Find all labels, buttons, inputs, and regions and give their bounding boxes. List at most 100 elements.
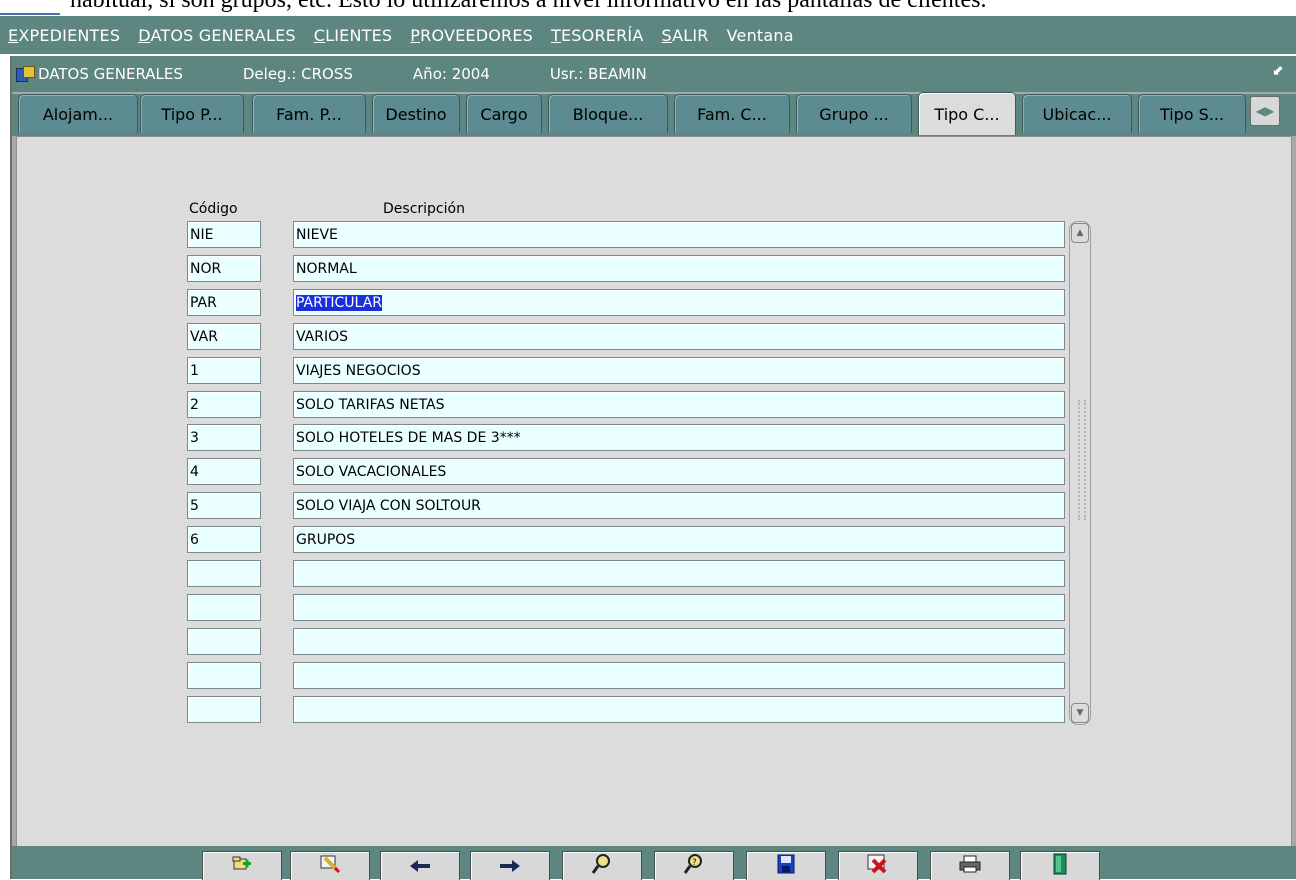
document-link-underline <box>0 13 60 15</box>
menu-item-expedientes[interactable]: EXPEDIENTES <box>0 26 130 45</box>
descripcion-field[interactable] <box>293 560 1065 587</box>
tab-destino[interactable]: Destino <box>372 94 460 133</box>
descripcion-field[interactable]: VIAJES NEGOCIOS <box>293 357 1065 384</box>
codigo-field[interactable]: PAR <box>187 289 261 316</box>
descripcion-field[interactable]: GRUPOS <box>293 526 1065 553</box>
descripcion-field[interactable]: SOLO VACACIONALES <box>293 458 1065 485</box>
codigo-field[interactable]: 2 <box>187 391 261 418</box>
codigo-field[interactable]: 6 <box>187 526 261 553</box>
delete-button[interactable] <box>838 851 918 880</box>
new-record-icon <box>232 855 252 877</box>
descripcion-field[interactable]: SOLO VIAJA CON SOLTOUR <box>293 492 1065 519</box>
scroll-grip[interactable] <box>1078 400 1086 520</box>
menu-item-tesorera[interactable]: TESORERÍA <box>543 26 653 45</box>
scroll-up-icon[interactable]: ▲ <box>1071 223 1089 243</box>
query-button[interactable] <box>562 851 642 880</box>
bottom-toolbar: ? <box>12 846 1296 880</box>
descripcion-column-label: Descripción <box>383 201 465 217</box>
document-text-strip: habitual, si son grupos, etc. Esto lo ut… <box>0 0 1296 16</box>
codigo-field[interactable]: VAR <box>187 323 261 350</box>
print-button[interactable] <box>930 851 1010 880</box>
tab-scroll-arrows-icon[interactable]: ◀▶ <box>1250 96 1280 126</box>
edit-pencil-icon <box>319 854 341 878</box>
descripcion-field[interactable] <box>293 662 1065 689</box>
tab-grupo[interactable]: Grupo ... <box>796 94 912 133</box>
descripcion-text: SOLO VACACIONALES <box>296 464 447 480</box>
codigo-column-label: Código <box>189 201 238 217</box>
save-button[interactable] <box>746 851 826 880</box>
selected-text: PARTICULAR <box>296 295 382 311</box>
descripcion-text: VIAJES NEGOCIOS <box>296 363 421 379</box>
tab-tipoc[interactable]: Tipo C... <box>918 92 1016 135</box>
menu-bar: EXPEDIENTES DATOS GENERALES CLIENTES PROVEE… <box>0 16 1296 54</box>
tab-famp[interactable]: Fam. P... <box>252 94 366 133</box>
codigo-field[interactable] <box>187 594 261 621</box>
window-title: DATOS GENERALES <box>38 65 183 83</box>
descripcion-field[interactable] <box>293 594 1065 621</box>
descripcion-field[interactable] <box>293 628 1065 655</box>
descripcion-field[interactable]: NIEVE <box>293 221 1065 248</box>
delegation-label: Deleg.: CROSS <box>242 65 353 83</box>
minimize-icon[interactable]: ⬋ <box>1272 63 1286 79</box>
descripcion-field[interactable]: SOLO HOTELES DE MAS DE 3*** <box>293 424 1065 451</box>
menu-item-salir[interactable]: SALIR <box>653 26 718 45</box>
exit-button[interactable] <box>1020 851 1100 880</box>
document-text: habitual, si son grupos, etc. Esto lo ut… <box>70 0 987 13</box>
descripcion-field[interactable]: SOLO TARIFAS NETAS <box>293 391 1065 418</box>
menu-item-proveedores[interactable]: PROVEEDORES <box>402 26 543 45</box>
edit-record-button[interactable] <box>290 851 370 880</box>
execute-query-icon: ? <box>683 853 704 879</box>
menu-item-ventana[interactable]: Ventana <box>719 26 804 45</box>
save-disk-icon <box>777 854 795 878</box>
datos-generales-window: DATOS GENERALES Deleg.: CROSS Año: 2004 … <box>10 56 1296 880</box>
codigo-field[interactable]: 3 <box>187 424 261 451</box>
execute-query-button[interactable]: ? <box>654 851 734 880</box>
codigo-field[interactable] <box>187 696 261 723</box>
codigo-field[interactable]: 5 <box>187 492 261 519</box>
codigo-field[interactable]: NIE <box>187 221 261 248</box>
records-scrollbar[interactable]: ▲ ▼ <box>1069 221 1091 725</box>
tab-bloque[interactable]: Bloque... <box>548 94 668 133</box>
codigo-field[interactable]: 1 <box>187 357 261 384</box>
tab-famc[interactable]: Fam. C... <box>674 94 790 133</box>
tab-ubicac[interactable]: Ubicac... <box>1022 94 1132 133</box>
descripcion-field[interactable] <box>293 696 1065 723</box>
tab-tipop[interactable]: Tipo P... <box>140 94 244 133</box>
previous-record-button[interactable] <box>380 851 460 880</box>
tab-cargo[interactable]: Cargo <box>466 94 542 133</box>
year-label: Año: 2004 <box>412 65 490 83</box>
codigo-field[interactable] <box>187 560 261 587</box>
descripcion-field[interactable]: PARTICULAR <box>293 289 1065 316</box>
descripcion-text: SOLO TARIFAS NETAS <box>296 397 445 413</box>
arrow-left-icon <box>410 857 430 876</box>
tab-strip: ◀▶ Alojam... Tipo P... Fam. P... Destino Car… <box>12 92 1296 136</box>
descripcion-text: NIEVE <box>296 227 338 243</box>
descripcion-text: NORMAL <box>296 261 357 277</box>
descripcion-text: VARIOS <box>296 329 349 345</box>
svg-text:?: ? <box>692 858 697 868</box>
descripcion-text: SOLO VIAJA CON SOLTOUR <box>296 498 481 514</box>
codigo-field[interactable]: 4 <box>187 458 261 485</box>
next-record-button[interactable] <box>470 851 550 880</box>
descripcion-text: SOLO HOTELES DE MAS DE 3*** <box>296 430 521 446</box>
menu-item-datosgenerales[interactable]: DATOS GENERALES <box>130 26 306 45</box>
descripcion-field[interactable]: NORMAL <box>293 255 1065 282</box>
codigo-field[interactable] <box>187 628 261 655</box>
app-icon <box>16 66 35 82</box>
codigo-field[interactable] <box>187 662 261 689</box>
window-titlebar: DATOS GENERALES Deleg.: CROSS Año: 2004 … <box>12 56 1296 92</box>
new-record-button[interactable] <box>202 851 282 880</box>
menu-item-clientes[interactable]: CLIENTES <box>306 26 403 45</box>
exit-door-icon <box>1053 853 1067 879</box>
descripcion-field[interactable]: VARIOS <box>293 323 1065 350</box>
printer-icon <box>959 855 981 877</box>
codigo-field[interactable]: NOR <box>187 255 261 282</box>
query-icon <box>591 853 612 879</box>
user-label: Usr.: BEAMIN <box>549 65 647 83</box>
arrow-right-icon <box>500 857 520 876</box>
descripcion-text: GRUPOS <box>296 532 356 548</box>
tab-tipos[interactable]: Tipo S... <box>1138 94 1246 133</box>
delete-x-icon <box>867 854 889 878</box>
scroll-down-icon[interactable]: ▼ <box>1071 703 1089 723</box>
tab-alojam[interactable]: Alojam... <box>18 94 138 133</box>
